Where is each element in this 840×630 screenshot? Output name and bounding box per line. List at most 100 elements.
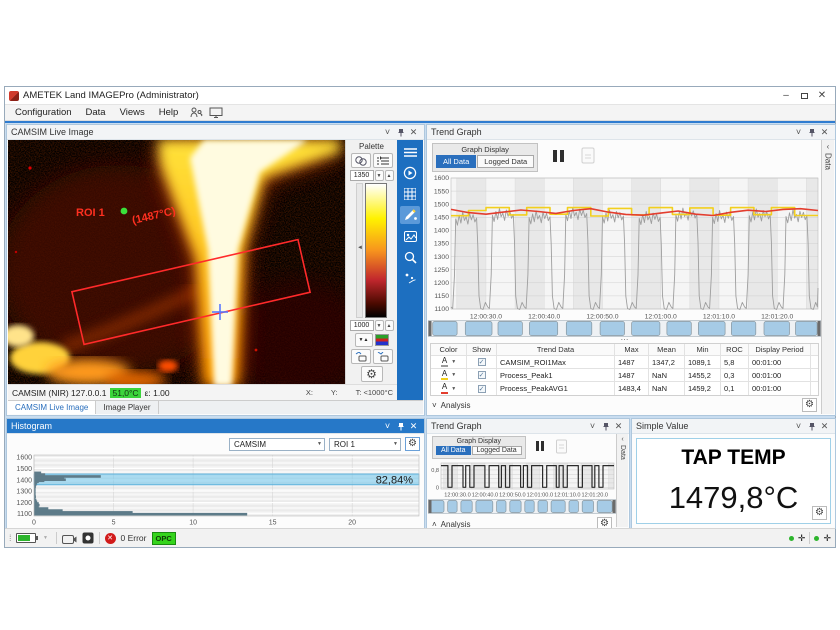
grid-icon[interactable]: [400, 185, 420, 203]
fill-below-button[interactable]: [373, 349, 393, 364]
pin-icon[interactable]: [599, 420, 612, 432]
svg-text:1600: 1600: [434, 175, 449, 182]
data-side-tab[interactable]: ‹ Data: [616, 434, 628, 527]
panel-menu-icon[interactable]: ˅: [792, 126, 805, 138]
close-icon[interactable]: ✕: [612, 420, 625, 432]
menu-data[interactable]: Data: [80, 106, 112, 119]
trend-small-chart[interactable]: 0,8012:00:30.012:00:40.012:00:50.012:01:…: [428, 461, 616, 498]
tab-all-data[interactable]: All Data: [436, 446, 471, 455]
panel-title: CAMSIM Live Image: [11, 127, 381, 137]
col-color: Color: [431, 344, 467, 355]
camera-select[interactable]: CAMSIM ▼: [229, 438, 325, 451]
collapse-chevron-icon[interactable]: ‹: [827, 142, 830, 151]
fill-above-button[interactable]: [351, 349, 371, 364]
menu-icon[interactable]: [400, 143, 420, 161]
panel-menu-icon[interactable]: ˅: [381, 420, 394, 432]
analysis-label[interactable]: Analysis: [441, 401, 471, 410]
pause-button[interactable]: [532, 438, 548, 454]
min-value: 1455,2: [685, 369, 721, 381]
palette-min-down[interactable]: ▼: [375, 320, 384, 331]
palette-max-down[interactable]: ▼: [375, 170, 384, 181]
image-tool-icon[interactable]: [400, 227, 420, 245]
table-row[interactable]: A▼ ✓ CAMSIM_ROI1Max 1487 1347,2 1089,1 5…: [431, 356, 818, 369]
panel-menu-icon[interactable]: ˅: [792, 420, 805, 432]
close-icon[interactable]: ✕: [818, 126, 831, 138]
maximize-button[interactable]: [795, 89, 813, 103]
panel-menu-icon[interactable]: ˅: [381, 126, 394, 138]
pin-icon[interactable]: [394, 126, 407, 138]
roi-select[interactable]: ROI 1 ▼: [329, 438, 401, 451]
trend-graph-small-panel: Trend Graph ˅ ✕ ‹ Data Graph Display All…: [426, 418, 630, 529]
table-row[interactable]: A▼ ✓ Process_PeakAVG1 1483,4 NaN 1459,2 …: [431, 382, 818, 395]
chevron-down-icon[interactable]: ▼: [451, 386, 456, 392]
trend-small-timeline[interactable]: [428, 499, 616, 514]
palette-max-value[interactable]: 1350: [350, 170, 374, 181]
histogram-chart[interactable]: 0510152016001500140013001200110082,84%: [8, 452, 423, 526]
color-picker[interactable]: A: [441, 383, 448, 394]
menu-views[interactable]: Views: [114, 106, 151, 119]
close-button[interactable]: ✕: [813, 89, 831, 103]
tab-logged-data[interactable]: Logged Data: [477, 155, 534, 168]
pin-icon[interactable]: [394, 420, 407, 432]
chevron-down-icon[interactable]: ▼: [41, 535, 51, 541]
close-icon[interactable]: ✕: [818, 420, 831, 432]
data-side-tab[interactable]: ‹ Data: [821, 140, 834, 414]
table-row[interactable]: A▼ ✓ Process_Peak1 1487 NaN 1455,2 0,3 0…: [431, 369, 818, 382]
tab-image-player[interactable]: Image Player: [96, 401, 158, 414]
chevron-down-icon[interactable]: ▼: [451, 359, 456, 365]
roc-value: 0,3: [721, 369, 749, 381]
export-button[interactable]: [554, 438, 570, 454]
palette-select-button[interactable]: [351, 153, 371, 168]
display-period: 00:01:00: [749, 369, 811, 381]
palette-slider-marker[interactable]: ◄: [357, 245, 363, 251]
col-show: Show: [467, 344, 497, 355]
display-icon[interactable]: [209, 107, 223, 118]
histogram-settings-button[interactable]: ⚙: [405, 437, 420, 451]
palette-slider-track[interactable]: ◄: [356, 183, 363, 318]
minimize-button[interactable]: –: [777, 89, 795, 103]
tab-camsim-live-image[interactable]: CAMSIM Live Image: [8, 401, 96, 414]
play-circle-icon[interactable]: [400, 164, 420, 182]
color-picker[interactable]: A: [441, 370, 448, 381]
pin-icon[interactable]: [805, 126, 818, 138]
simple-value-settings-button[interactable]: ⚙: [812, 506, 827, 520]
paint-tool-icon[interactable]: [400, 206, 420, 224]
palette-min-up[interactable]: ▲: [385, 320, 394, 331]
error-count[interactable]: 0 Error: [121, 533, 147, 543]
user-permissions-icon[interactable]: [190, 107, 203, 118]
show-checkbox[interactable]: ✓: [478, 385, 486, 393]
svg-text:12:01:00.0: 12:01:00.0: [527, 493, 553, 499]
roi-point: [121, 208, 128, 215]
magnifier-icon[interactable]: [400, 248, 420, 266]
camera-icon[interactable]: [62, 533, 77, 544]
points-tool-icon[interactable]: [400, 269, 420, 287]
rgb-palette-button[interactable]: [375, 334, 389, 346]
trend-settings-button[interactable]: ⚙: [802, 398, 817, 412]
close-icon[interactable]: ✕: [407, 126, 420, 138]
tab-all-data[interactable]: All Data: [436, 155, 476, 168]
tab-logged-data[interactable]: Logged Data: [472, 446, 522, 455]
export-button[interactable]: [578, 146, 598, 166]
histogram-panel: Histogram ˅ ✕ CAMSIM ▼ ROI 1 ▼ ⚙ 0510152…: [6, 418, 425, 529]
record-icon[interactable]: [82, 532, 94, 544]
palette-min-value[interactable]: 1000: [350, 320, 374, 331]
thermal-image[interactable]: ROI 1 (1487°C): [8, 140, 345, 384]
color-picker[interactable]: A: [441, 357, 448, 368]
palette-list-button[interactable]: [373, 153, 393, 168]
show-checkbox[interactable]: ✓: [478, 371, 486, 379]
autoscale-button[interactable]: ▼▲: [355, 333, 373, 347]
menu-configuration[interactable]: Configuration: [9, 106, 78, 119]
palette-settings-button[interactable]: ⚙: [361, 366, 383, 382]
pin-icon[interactable]: [805, 420, 818, 432]
panel-menu-icon[interactable]: ˅: [586, 420, 599, 432]
close-icon[interactable]: ✕: [407, 420, 420, 432]
timeline-track: [429, 500, 616, 514]
chevron-down-icon[interactable]: ˅: [432, 401, 437, 410]
trend-chart[interactable]: 1600155015001450140013501300125012001150…: [428, 174, 821, 320]
show-checkbox[interactable]: ✓: [478, 358, 486, 366]
chevron-down-icon[interactable]: ▼: [451, 372, 456, 378]
palette-max-up[interactable]: ▲: [385, 170, 394, 181]
collapse-chevron-icon[interactable]: ‹: [621, 436, 623, 443]
menu-help[interactable]: Help: [153, 106, 185, 119]
pause-button[interactable]: [548, 146, 568, 166]
